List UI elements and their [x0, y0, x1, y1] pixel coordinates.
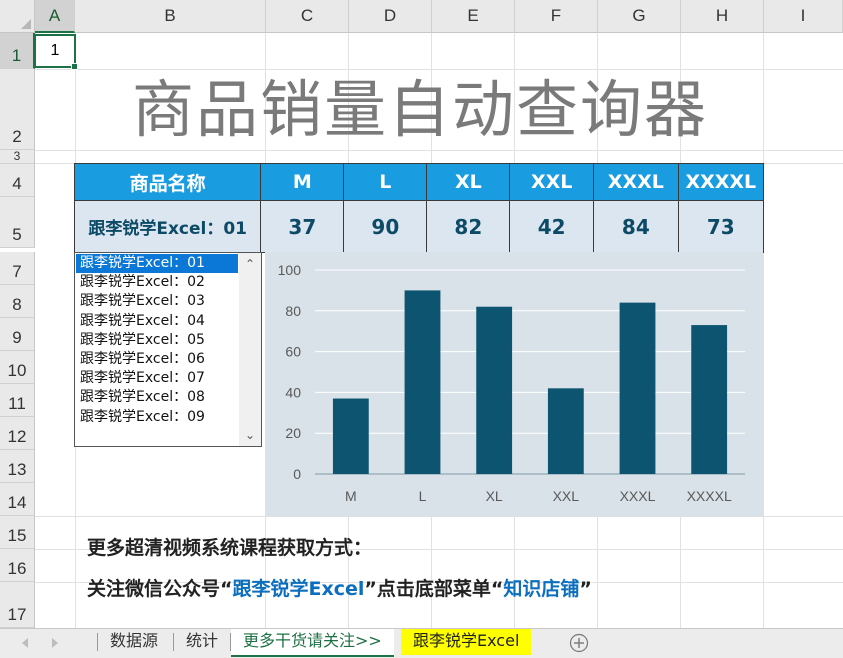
table-header-cell: L: [343, 163, 428, 201]
sheet-tab-bar: 数据源 统计 更多干货请关注>> 跟李锐学Excel: [0, 628, 843, 658]
bar: [547, 388, 584, 474]
row-header-5[interactable]: 5: [0, 197, 35, 248]
promo-text: ”点击底部菜单“: [364, 578, 504, 600]
column-header-h[interactable]: H: [681, 0, 764, 33]
page-title: 商品销量自动查询器: [131, 73, 708, 146]
column-header-f[interactable]: F: [515, 0, 598, 33]
gridline: [35, 516, 843, 517]
listbox-item[interactable]: 跟李锐学Excel：01: [76, 254, 238, 274]
promo-text: ”: [579, 578, 592, 600]
row-header-12[interactable]: 12: [0, 417, 35, 450]
table-cell[interactable]: 90: [343, 200, 428, 253]
table-cell[interactable]: 42: [509, 200, 595, 253]
table-header-cell: 商品名称: [73, 163, 262, 201]
product-listbox[interactable]: 跟李锐学Excel：01 跟李锐学Excel：02 跟李锐学Excel：03 跟李锐学…: [74, 252, 262, 447]
row-header-2[interactable]: 2: [0, 69, 35, 150]
listbox-item[interactable]: 跟李锐学Excel：09: [76, 408, 238, 427]
x-tick-label: XXL: [553, 488, 580, 504]
chevron-down-icon[interactable]: ⌄: [239, 428, 261, 442]
tab-more-content[interactable]: 更多干货请关注>>: [231, 629, 394, 657]
row-header-17[interactable]: 17: [0, 582, 35, 628]
row-header-11[interactable]: 11: [0, 384, 35, 417]
triangle-left-icon[interactable]: [20, 637, 30, 649]
listbox-item[interactable]: 跟李锐学Excel：05: [76, 331, 238, 350]
x-tick-label: M: [345, 488, 357, 504]
listbox-items: 跟李锐学Excel：01 跟李锐学Excel：02 跟李锐学Excel：03 跟李锐学…: [76, 254, 238, 427]
active-cell-a1[interactable]: 1: [34, 34, 78, 70]
promo-text: 关注微信公众号“: [87, 578, 233, 600]
table-cell[interactable]: 82: [426, 200, 511, 253]
bar: [404, 290, 441, 474]
sales-table: 商品名称 M L XL XXL XXXL XXXXL 跟李锐学Excel：01 …: [73, 163, 765, 253]
sales-chart[interactable]: 0 20 40 60 80 100 M L XL XXL XXXL XXXXL: [265, 252, 763, 516]
table-cell[interactable]: 73: [677, 200, 765, 253]
row-header-14[interactable]: 14: [0, 483, 35, 516]
tab-data-source[interactable]: 数据源: [98, 629, 170, 655]
y-tick-label: 40: [285, 384, 301, 400]
listbox-item[interactable]: 跟李锐学Excel：07: [76, 369, 238, 388]
promo-line-2: 关注微信公众号“跟李锐学Excel”点击底部菜单“知识店铺”: [87, 574, 592, 601]
column-header-a[interactable]: A: [35, 0, 75, 33]
table-header-cell: XXXXL: [677, 163, 765, 201]
bar: [332, 398, 369, 474]
listbox-scrollbar[interactable]: ⌃ ⌄: [239, 253, 261, 446]
promo-highlight: 跟李锐学Excel: [232, 578, 365, 600]
row-header-3[interactable]: 3: [0, 149, 35, 164]
table-header-cell: M: [260, 163, 345, 201]
column-header-e[interactable]: E: [432, 0, 515, 33]
listbox-item[interactable]: 跟李锐学Excel：08: [76, 388, 238, 407]
table-cell-product[interactable]: 跟李锐学Excel：01: [73, 200, 262, 253]
x-tick-label: L: [419, 488, 427, 504]
y-tick-label: 80: [285, 303, 301, 319]
row-header-16[interactable]: 16: [0, 549, 35, 582]
table-header-cell: XXXL: [593, 163, 679, 201]
bar: [691, 325, 728, 474]
column-header-c[interactable]: C: [266, 0, 349, 33]
plus-circle-icon[interactable]: [569, 633, 589, 653]
listbox-item[interactable]: 跟李锐学Excel：04: [76, 312, 238, 331]
row-header-8[interactable]: 8: [0, 285, 35, 318]
listbox-item[interactable]: 跟李锐学Excel：02: [76, 273, 238, 292]
row-header-15[interactable]: 15: [0, 516, 35, 549]
row-header-10[interactable]: 10: [0, 351, 35, 384]
table-header-cell: XL: [426, 163, 511, 201]
row-header-7[interactable]: 7: [0, 252, 35, 285]
table-cell[interactable]: 84: [593, 200, 679, 253]
x-tick-label: XXXXL: [687, 488, 732, 504]
listbox-item[interactable]: 跟李锐学Excel：06: [76, 350, 238, 369]
bar: [476, 306, 513, 474]
triangle-right-icon[interactable]: [50, 637, 60, 649]
gridline: [35, 150, 843, 151]
y-tick-label: 0: [293, 466, 301, 482]
row-header-9[interactable]: 9: [0, 318, 35, 351]
select-all-corner[interactable]: [0, 0, 35, 33]
column-header-b[interactable]: B: [75, 0, 266, 33]
row-header-1[interactable]: 1: [0, 33, 35, 69]
bar: [619, 302, 656, 474]
row-header-13[interactable]: 13: [0, 450, 35, 483]
chevron-up-icon[interactable]: ⌃: [239, 257, 261, 271]
column-header-i[interactable]: I: [764, 0, 843, 33]
column-header-g[interactable]: G: [598, 0, 681, 33]
y-tick-label: 100: [278, 262, 302, 278]
listbox-item[interactable]: 跟李锐学Excel：03: [76, 292, 238, 311]
promo-highlight: 知识店铺: [503, 578, 580, 600]
y-tick-label: 20: [285, 425, 301, 441]
tab-statistics[interactable]: 统计: [174, 629, 230, 655]
tab-excel-highlight[interactable]: 跟李锐学Excel: [401, 629, 532, 655]
x-tick-label: XL: [486, 488, 503, 504]
y-tick-label: 60: [285, 344, 301, 360]
column-header-d[interactable]: D: [349, 0, 432, 33]
x-tick-label: XXXL: [620, 488, 656, 504]
bar-chart-svg: 0 20 40 60 80 100 M L XL XXL XXXL XXXXL: [278, 262, 745, 504]
promo-line-1: 更多超清视频系统课程获取方式：: [87, 537, 373, 559]
table-header-cell: XXL: [509, 163, 595, 201]
row-header-4[interactable]: 4: [0, 164, 35, 197]
table-cell[interactable]: 37: [260, 200, 345, 253]
